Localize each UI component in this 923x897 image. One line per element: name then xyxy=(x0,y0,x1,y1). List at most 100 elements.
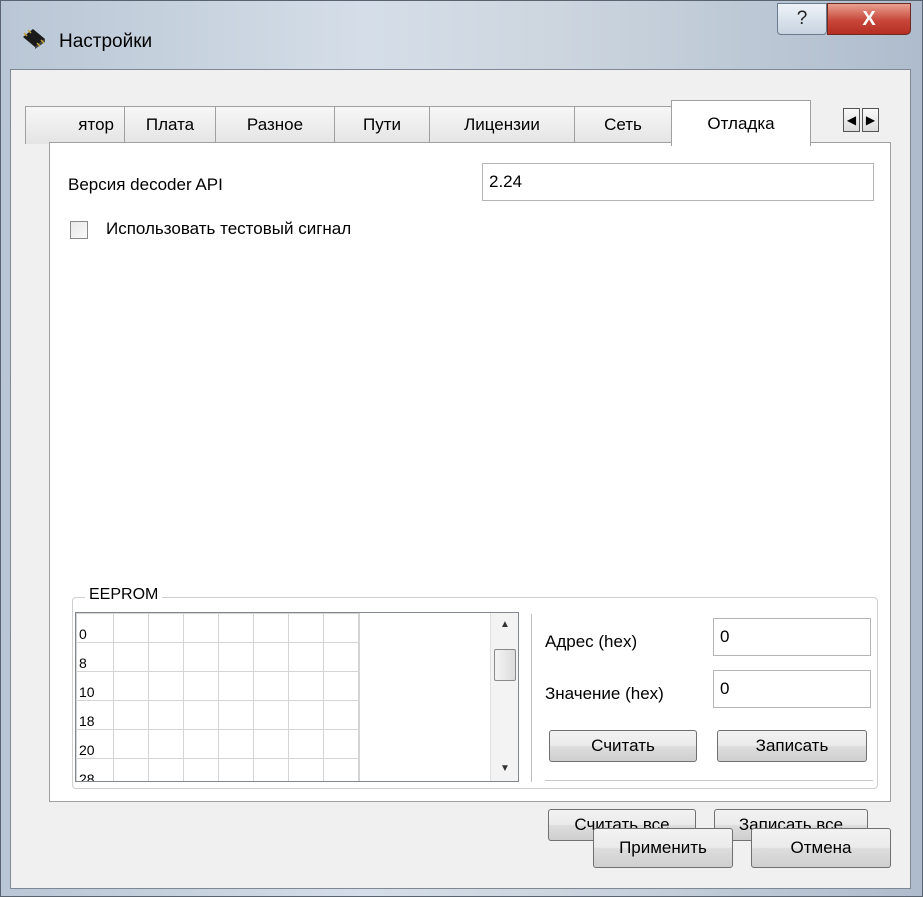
eeprom-row: 0 xyxy=(76,613,360,643)
eeprom-row-address: 28 xyxy=(76,758,114,781)
eeprom-cell[interactable] xyxy=(218,613,254,643)
eeprom-cell[interactable] xyxy=(323,758,359,781)
tab-network[interactable]: Сеть xyxy=(574,106,672,144)
tab-bar: ятор Плата Разное Пути Лицензии Сеть Отл… xyxy=(25,100,875,146)
eeprom-cell[interactable] xyxy=(253,642,289,672)
eeprom-row: 20 xyxy=(76,729,360,759)
eeprom-cell[interactable] xyxy=(218,729,254,759)
tab-board[interactable]: Плата xyxy=(124,106,216,144)
decoder-api-field[interactable]: 2.24 xyxy=(482,163,874,201)
eeprom-divider xyxy=(531,614,532,782)
eeprom-row-address: 18 xyxy=(76,700,114,730)
eeprom-cell[interactable] xyxy=(183,729,219,759)
eeprom-cell[interactable] xyxy=(113,613,149,643)
eeprom-cell[interactable] xyxy=(253,729,289,759)
eeprom-groupbox: EEPROM 081018202830 ▲ ▼ Адрес (hex) 0 Зн… xyxy=(72,586,878,789)
eeprom-cell[interactable] xyxy=(358,758,360,781)
eeprom-cell[interactable] xyxy=(323,671,359,701)
eeprom-cell[interactable] xyxy=(288,642,324,672)
eeprom-row: 18 xyxy=(76,700,360,730)
decoder-api-label: Версия decoder API xyxy=(68,175,223,194)
settings-window: Настройки ? X ятор Плата Разное Пути Лиц… xyxy=(0,0,923,897)
eeprom-cell[interactable] xyxy=(148,613,184,643)
eeprom-cell[interactable] xyxy=(358,642,360,672)
eeprom-cell[interactable] xyxy=(113,671,149,701)
value-field[interactable]: 0 xyxy=(713,670,871,708)
eeprom-row-address: 10 xyxy=(76,671,114,701)
tab-scroll-right-icon[interactable]: ▶ xyxy=(862,108,879,132)
eeprom-cell[interactable] xyxy=(218,671,254,701)
eeprom-cell[interactable] xyxy=(253,758,289,781)
eeprom-row-address: 8 xyxy=(76,642,114,672)
tab-paths[interactable]: Пути xyxy=(334,106,430,144)
eeprom-cell[interactable] xyxy=(148,700,184,730)
eeprom-cell[interactable] xyxy=(288,700,324,730)
tab-misc[interactable]: Разное xyxy=(215,106,335,144)
address-label: Адрес (hex) xyxy=(545,632,638,651)
cancel-button[interactable]: Отмена xyxy=(751,828,891,868)
eeprom-cell[interactable] xyxy=(323,613,359,643)
eeprom-cell[interactable] xyxy=(288,729,324,759)
test-signal-label: Использовать тестовый сигнал xyxy=(106,219,352,238)
scroll-up-icon[interactable]: ▲ xyxy=(491,613,518,637)
eeprom-cell[interactable] xyxy=(183,671,219,701)
tab-scroll-left-icon[interactable]: ◀ xyxy=(843,108,860,132)
address-field[interactable]: 0 xyxy=(713,618,871,656)
eeprom-grid[interactable]: 081018202830 ▲ ▼ xyxy=(75,612,519,782)
chip-icon xyxy=(23,29,45,49)
eeprom-cell[interactable] xyxy=(358,613,360,643)
help-button[interactable]: ? xyxy=(777,3,827,35)
close-button[interactable]: X xyxy=(827,3,911,35)
eeprom-cell[interactable] xyxy=(323,642,359,672)
eeprom-cell[interactable] xyxy=(323,729,359,759)
debug-tab-page: Версия decoder API 2.24 Использовать тес… xyxy=(49,142,891,841)
tab-licenses[interactable]: Лицензии xyxy=(429,106,575,144)
eeprom-row: 8 xyxy=(76,642,360,672)
eeprom-row: 28 xyxy=(76,758,360,781)
tab-scroll-buttons: ◀ ▶ xyxy=(843,108,881,134)
test-signal-checkbox[interactable] xyxy=(70,221,88,239)
tab-debug[interactable]: Отладка xyxy=(671,100,811,146)
window-title: Настройки xyxy=(59,31,153,52)
eeprom-cell[interactable] xyxy=(183,642,219,672)
value-label: Значение (hex) xyxy=(545,684,664,703)
eeprom-cell[interactable] xyxy=(183,700,219,730)
eeprom-cell[interactable] xyxy=(253,613,289,643)
eeprom-cell[interactable] xyxy=(288,758,324,781)
eeprom-cell[interactable] xyxy=(113,729,149,759)
eeprom-cell[interactable] xyxy=(113,758,149,781)
eeprom-row-address: 20 xyxy=(76,729,114,759)
tab-emulator[interactable]: ятор xyxy=(25,106,125,144)
eeprom-cell[interactable] xyxy=(148,758,184,781)
scroll-down-icon[interactable]: ▼ xyxy=(491,757,518,781)
eeprom-cell[interactable] xyxy=(113,700,149,730)
eeprom-row-address: 0 xyxy=(76,613,114,643)
eeprom-cell[interactable] xyxy=(358,671,360,701)
eeprom-row: 10 xyxy=(76,671,360,701)
eeprom-cell[interactable] xyxy=(148,671,184,701)
write-button[interactable]: Записать xyxy=(717,730,867,762)
eeprom-cell[interactable] xyxy=(323,700,359,730)
dialog-body: ятор Плата Разное Пути Лицензии Сеть Отл… xyxy=(10,69,911,889)
title-bar[interactable]: Настройки ? X xyxy=(1,1,922,71)
eeprom-table: 081018202830 xyxy=(76,613,360,781)
read-button[interactable]: Считать xyxy=(549,730,697,762)
eeprom-group-title: EEPROM xyxy=(85,586,163,604)
eeprom-cell[interactable] xyxy=(183,613,219,643)
eeprom-cell[interactable] xyxy=(253,700,289,730)
eeprom-cell[interactable] xyxy=(183,758,219,781)
eeprom-cell[interactable] xyxy=(288,613,324,643)
eeprom-cell[interactable] xyxy=(148,729,184,759)
eeprom-cell[interactable] xyxy=(358,729,360,759)
eeprom-cell[interactable] xyxy=(148,642,184,672)
eeprom-cell[interactable] xyxy=(218,642,254,672)
eeprom-cell[interactable] xyxy=(288,671,324,701)
eeprom-scrollbar[interactable]: ▲ ▼ xyxy=(490,613,518,781)
eeprom-cell[interactable] xyxy=(358,700,360,730)
eeprom-cell[interactable] xyxy=(218,700,254,730)
eeprom-cell[interactable] xyxy=(253,671,289,701)
eeprom-cell[interactable] xyxy=(113,642,149,672)
eeprom-cell[interactable] xyxy=(218,758,254,781)
scroll-thumb[interactable] xyxy=(494,649,516,681)
apply-button[interactable]: Применить xyxy=(593,828,733,868)
